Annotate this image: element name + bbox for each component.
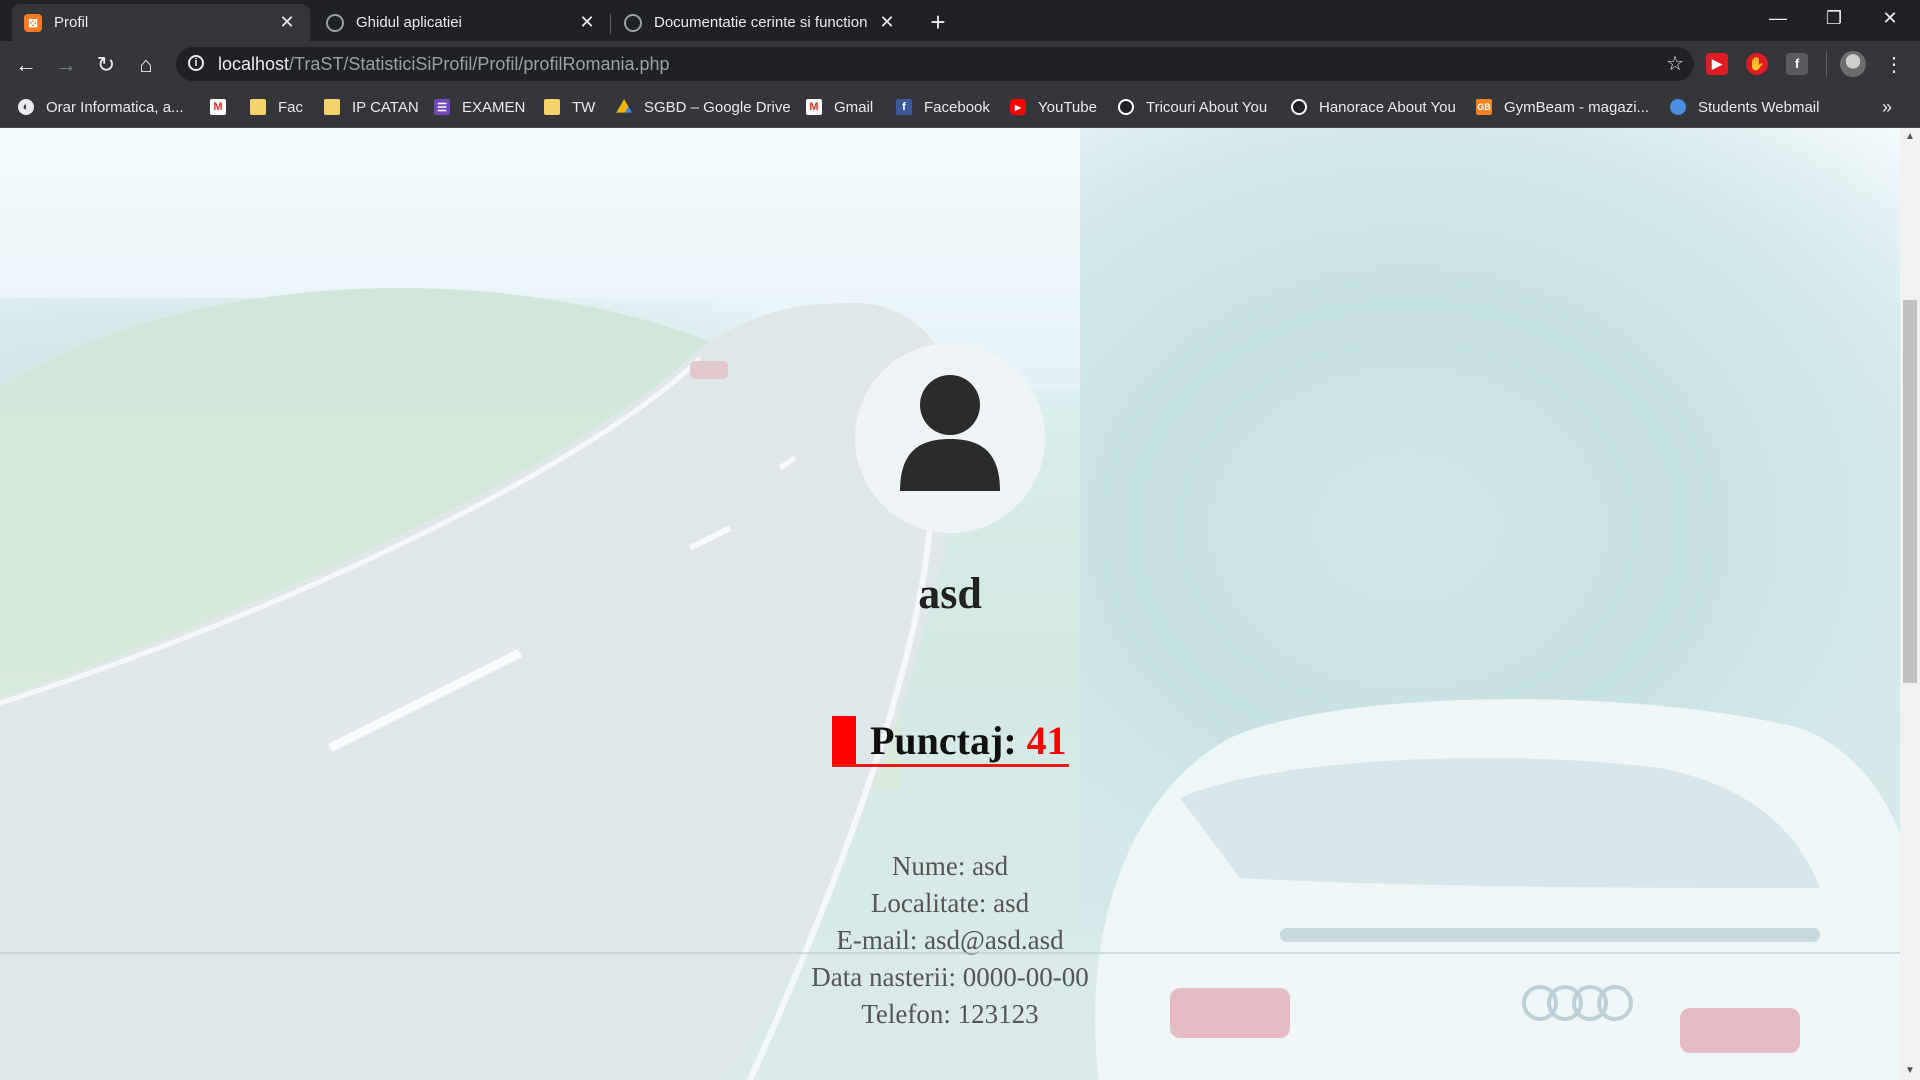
xampp-icon: ⊠ [24, 13, 42, 32]
page-scrollbar[interactable]: ▲ ▼ [1900, 128, 1920, 1080]
close-window-button[interactable]: ✕ [1862, 0, 1918, 36]
bookmark-students-webmail[interactable]: Students Webmail [1670, 87, 1819, 127]
bookmark-examen[interactable]: ☰ EXAMEN [434, 87, 525, 127]
bookmark-orar[interactable]: ◐ Orar Informatica, a... [18, 87, 184, 127]
back-button[interactable]: ← [10, 49, 42, 81]
bookmark-sgbd-drive[interactable]: SGBD – Google Drive [616, 87, 791, 127]
tab-profil[interactable]: ⊠ Profil ✕ [12, 4, 310, 41]
aboutyou-icon [1118, 99, 1134, 115]
close-icon[interactable]: ✕ [576, 12, 598, 33]
bookmark-youtube[interactable]: ▶ YouTube [1010, 87, 1097, 127]
scroll-up-icon[interactable]: ▲ [1900, 128, 1920, 146]
detail-birthdate: Data nasterii: 0000-00-00 [811, 962, 1089, 992]
facebook-icon: f [896, 99, 912, 115]
site-info-icon[interactable]: i [188, 55, 204, 71]
youtube-icon: ▶ [1010, 99, 1026, 115]
facebook-extension-icon[interactable]: f [1786, 53, 1808, 75]
aboutyou-icon [1291, 99, 1307, 115]
divider [0, 952, 1900, 954]
reload-button[interactable]: ↻ [90, 49, 122, 81]
globe-icon [326, 13, 344, 32]
browser-toolbar: ← → ↻ ⌂ i localhost/TraST/StatisticiSiPr… [0, 41, 1920, 87]
score-label: Punctaj: [870, 717, 1017, 763]
gmail-icon: M [210, 99, 226, 115]
scroll-down-icon[interactable]: ▼ [1900, 1062, 1920, 1080]
tab-separator [610, 14, 611, 34]
bookmark-gymbeam[interactable]: GB GymBeam - magazi... [1476, 87, 1649, 127]
user-icon [900, 375, 1000, 491]
tab-documentatie[interactable]: Documentatie cerinte si function ✕ [612, 4, 910, 41]
extension-icon[interactable]: ▶ [1706, 53, 1728, 75]
gymbeam-icon: GB [1476, 99, 1492, 115]
globe-icon [624, 13, 642, 32]
bookmark-fac[interactable]: Fac [250, 87, 303, 127]
menu-icon[interactable]: ⋮ [1878, 49, 1910, 81]
detail-locality: Localitate: asd [870, 888, 1030, 918]
home-button[interactable]: ⌂ [130, 49, 162, 81]
forward-button[interactable]: → [50, 49, 82, 81]
tab-title: Profil [54, 14, 89, 31]
drive-icon [616, 99, 632, 113]
folder-icon [324, 99, 340, 115]
list-icon: ☰ [434, 99, 450, 115]
folder-icon [544, 99, 560, 115]
detail-name: Nume: asd [891, 851, 1009, 881]
address-bar[interactable]: i localhost/TraST/StatisticiSiProfil/Pro… [176, 47, 1694, 81]
close-icon[interactable]: ✕ [276, 12, 298, 33]
gmail-icon: M [806, 99, 822, 115]
bookmark-gmail-short[interactable]: M [210, 87, 238, 127]
page-content: asd Punctaj: 41 Nume: asd Localitate: as… [0, 128, 1900, 1080]
bookmark-facebook[interactable]: f Facebook [896, 87, 990, 127]
close-icon[interactable]: ✕ [876, 12, 898, 33]
toolbar-divider [1826, 51, 1827, 77]
profile-username: asd [918, 569, 982, 618]
detail-phone: Telefon: 123123 [861, 999, 1039, 1029]
profile-details: Nume: asd Localitate: asd E-mail: asd@as… [0, 848, 1900, 1033]
score-accent-bar [832, 716, 856, 764]
bookmark-ip-catan[interactable]: IP CATAN [324, 87, 419, 127]
scrollbar-thumb[interactable] [1903, 300, 1917, 683]
bookmark-gmail[interactable]: M Gmail [806, 87, 873, 127]
globe-icon: ◐ [18, 99, 34, 115]
bookmark-tw[interactable]: TW [544, 87, 595, 127]
bookmarks-bar: ◐ Orar Informatica, a... M Fac IP CATAN … [0, 87, 1920, 128]
url-text: localhost/TraST/StatisticiSiProfil/Profi… [218, 54, 670, 74]
extension-icon[interactable]: ✋ [1746, 53, 1768, 75]
bookmark-star-icon[interactable]: ☆ [1666, 47, 1684, 81]
webmail-icon [1670, 99, 1686, 115]
profile-avatar-icon[interactable] [1840, 51, 1866, 77]
bookmark-hanorace[interactable]: Hanorace About You [1291, 87, 1456, 127]
tab-ghidul-aplicatiei[interactable]: Ghidul aplicatiei ✕ [314, 4, 610, 41]
score-value: 41 [1026, 717, 1067, 763]
restore-button[interactable]: ❐ [1806, 0, 1862, 36]
tab-title: Ghidul aplicatiei [356, 14, 462, 31]
score-heading: Punctaj: 41 [832, 716, 1069, 767]
bookmarks-overflow-icon[interactable]: » [1882, 87, 1892, 127]
tab-strip: ⊠ Profil ✕ Ghidul aplicatiei ✕ Documenta… [0, 0, 1920, 41]
avatar [855, 343, 1045, 533]
minimize-button[interactable]: — [1750, 0, 1806, 36]
tab-title: Documentatie cerinte si function [654, 14, 868, 31]
bookmark-tricouri[interactable]: Tricouri About You [1118, 87, 1267, 127]
new-tab-button[interactable]: + [922, 6, 954, 38]
folder-icon [250, 99, 266, 115]
